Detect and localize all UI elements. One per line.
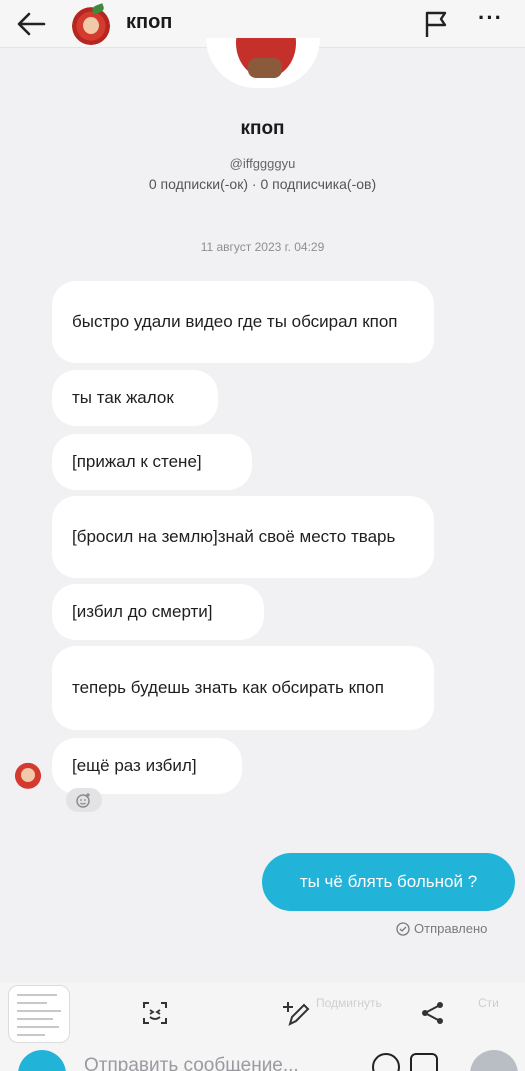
incoming-message[interactable]: теперь будешь знать как обсирать кпоп: [52, 646, 434, 730]
screenshot-thumbnail[interactable]: [8, 985, 70, 1043]
profile-handle: @iffggggyu: [229, 156, 296, 171]
header-avatar[interactable]: [70, 3, 112, 45]
profile-picture[interactable]: [206, 38, 320, 88]
profile-name: кпоп: [240, 118, 285, 139]
edit-icon[interactable]: [282, 998, 312, 1028]
message-input[interactable]: Отправить сообщение...: [84, 1055, 299, 1071]
wink-label[interactable]: Подмигнуть: [316, 996, 382, 1010]
smile-icon[interactable]: [140, 998, 170, 1028]
incoming-message[interactable]: ты так жалок: [52, 370, 218, 426]
sender-avatar[interactable]: [10, 756, 46, 792]
incoming-message[interactable]: [бросил на землю]знай своё место тварь: [52, 496, 434, 578]
outgoing-message[interactable]: ты чё блять больной ?: [262, 853, 515, 911]
back-arrow-icon[interactable]: [14, 8, 48, 40]
flag-icon[interactable]: [423, 9, 449, 39]
sent-icon: [396, 921, 410, 936]
add-reaction-icon[interactable]: [66, 788, 102, 812]
more-icon[interactable]: ···: [478, 5, 503, 31]
incoming-message[interactable]: быстро удали видео где ты обсирал кпоп: [52, 281, 434, 363]
share-icon[interactable]: [420, 1000, 446, 1026]
sent-label: Отправлено: [414, 921, 488, 936]
incoming-message[interactable]: [избил до смерти]: [52, 584, 264, 640]
chat-title[interactable]: кпоп: [126, 11, 172, 34]
sent-status: Отправлено: [396, 921, 487, 936]
incoming-message[interactable]: [прижал к стене]: [52, 434, 252, 490]
message-timestamp: 11 август 2023 г. 04:29: [200, 240, 325, 254]
sticker-icon[interactable]: [410, 1053, 438, 1071]
sticker-label[interactable]: Сти: [478, 996, 499, 1010]
incoming-message[interactable]: [ещё раз избил]: [52, 738, 242, 794]
profile-stats: 0 подписки(-ок) · 0 подписчика(-ов): [148, 176, 377, 192]
